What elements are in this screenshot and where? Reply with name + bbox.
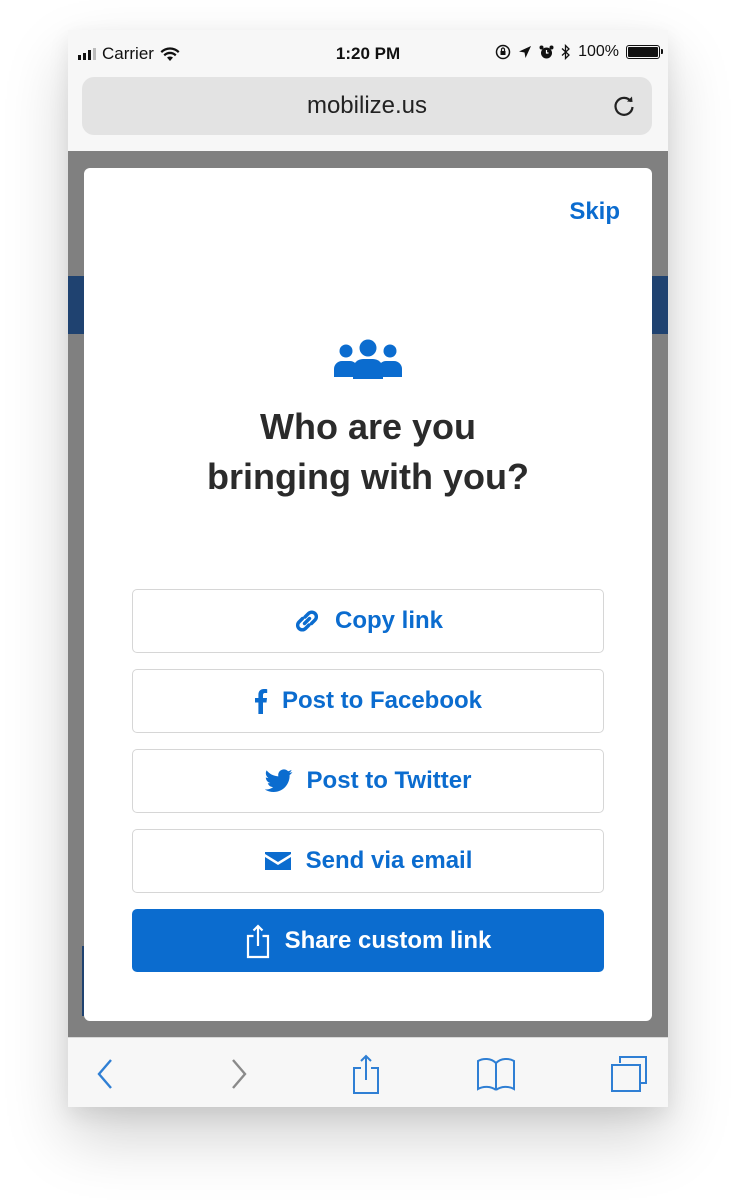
tabs-icon <box>611 1056 647 1092</box>
browser-toolbar <box>68 1037 668 1107</box>
back-icon <box>97 1059 112 1089</box>
share-custom-link-button[interactable]: Share custom link <box>132 909 604 972</box>
share-icon <box>246 923 269 958</box>
modal-title: Who are you bringing with you? <box>84 402 652 502</box>
share-button[interactable] <box>345 1054 387 1094</box>
bluetooth-icon <box>561 44 571 60</box>
envelope-icon <box>264 852 291 870</box>
facebook-icon <box>254 689 268 714</box>
url-text: mobilize.us <box>306 92 428 119</box>
post-to-facebook-button[interactable]: Post to Facebook <box>132 669 604 733</box>
status-right: 100% <box>495 43 663 61</box>
location-icon <box>519 46 532 58</box>
send-via-email-label: Send via email <box>305 847 473 874</box>
page-content-overlay: Skip Who are you bringing with you? Copy… <box>68 151 668 1037</box>
status-bar: Carrier 1:20 PM 100% <box>68 30 668 76</box>
tabs-button[interactable] <box>608 1054 650 1094</box>
link-icon <box>295 610 319 632</box>
modal-title-line-1: Who are you <box>259 406 477 447</box>
screen-lock-icon <box>495 44 511 60</box>
share-icon <box>353 1054 379 1094</box>
battery-icon <box>626 45 663 59</box>
copy-link-label: Copy link <box>334 607 443 634</box>
twitter-icon <box>264 769 292 792</box>
alarm-icon <box>539 45 554 58</box>
people-group-icon <box>334 339 402 379</box>
reload-icon[interactable] <box>610 92 638 120</box>
send-via-email-button[interactable]: Send via email <box>132 829 604 893</box>
modal-title-line-2: bringing with you? <box>207 456 529 497</box>
back-button[interactable] <box>84 1054 126 1094</box>
bookmarks-button[interactable] <box>475 1054 517 1094</box>
battery-fill <box>628 47 658 57</box>
post-to-facebook-label: Post to Facebook <box>281 687 483 714</box>
share-custom-link-label: Share custom link <box>284 926 492 954</box>
skip-link[interactable]: Skip <box>569 198 620 226</box>
share-modal: Skip Who are you bringing with you? Copy… <box>84 168 652 1021</box>
forward-button[interactable] <box>218 1054 260 1094</box>
address-bar[interactable]: mobilize.us <box>82 77 652 135</box>
post-to-twitter-label: Post to Twitter <box>306 767 472 794</box>
post-to-twitter-button[interactable]: Post to Twitter <box>132 749 604 813</box>
copy-link-button[interactable]: Copy link <box>132 589 604 653</box>
phone-frame: Carrier 1:20 PM 100% mobilize.us Skip Wh… <box>68 30 668 1107</box>
battery-percent: 100% <box>578 43 619 60</box>
bookmarks-icon <box>477 1057 515 1091</box>
forward-icon <box>232 1059 247 1089</box>
